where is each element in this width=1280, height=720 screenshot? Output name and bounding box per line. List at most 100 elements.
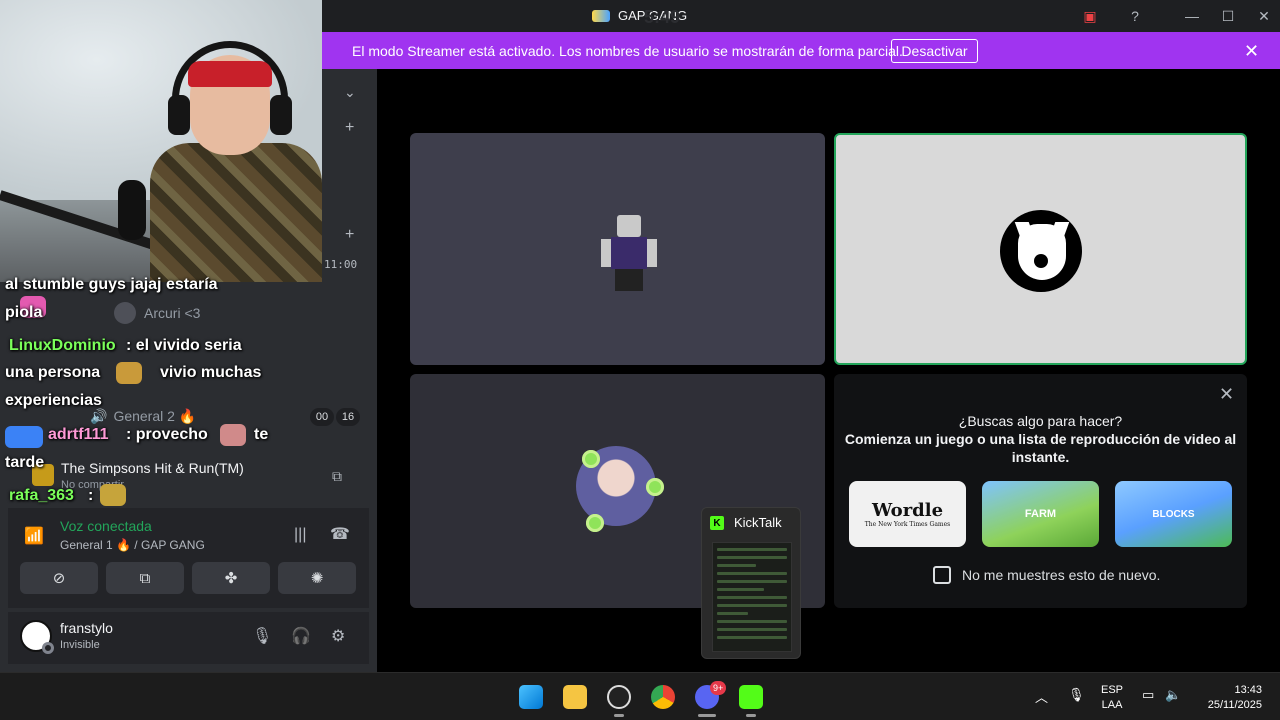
avatar: [114, 302, 136, 324]
voice-channel-general-2[interactable]: 🔊 General 2 🔥: [90, 408, 196, 425]
chat-username: LinuxDominio: [9, 337, 116, 354]
chat-line: piola: [5, 304, 43, 321]
chat-emote: [100, 484, 126, 506]
chat-emote: [116, 362, 142, 384]
chat-badge: [5, 426, 43, 448]
chat-line: al stumble guys jajaj estaría: [5, 276, 218, 293]
clock-date: 25/11/2025: [1207, 699, 1262, 711]
kick-icon: K: [710, 516, 724, 530]
chat-line: : el vivido seria: [126, 337, 242, 354]
participant-tile[interactable]: [410, 133, 825, 365]
headphones-icon[interactable]: 🎧: [291, 626, 311, 646]
voice-connection-panel: 📶 Voz conectada General 1 🔥 / GAP GANG |…: [8, 508, 369, 608]
activities-subtitle: Comienza un juego o una lista de reprodu…: [844, 431, 1237, 465]
game-card-farm[interactable]: FARM: [982, 481, 1099, 547]
plus-icon[interactable]: +: [345, 226, 354, 244]
hangup-icon[interactable]: ☎: [330, 524, 350, 544]
camera-off-button[interactable]: ⊘: [20, 562, 98, 594]
file-explorer-icon[interactable]: [563, 685, 587, 709]
screenshare-button[interactable]: ⧉: [106, 562, 184, 594]
language-code: ESP: [1101, 684, 1124, 696]
channel-timer-right: 16: [336, 408, 360, 426]
game-card-wordle[interactable]: Wordle The New York Times Games: [849, 481, 966, 547]
flower-decoration: [646, 478, 664, 496]
voice-user[interactable]: Arcuri <3: [114, 302, 200, 324]
windows-start-icon[interactable]: [519, 685, 543, 709]
flower-decoration: [586, 514, 604, 532]
activities-question: ¿Buscas algo para hacer?: [958, 413, 1123, 429]
close-icon[interactable]: ✕: [1244, 41, 1259, 62]
banner-message: El modo Streamer está activado. Los nomb…: [352, 43, 903, 59]
chevron-up-icon[interactable]: ︿: [1035, 687, 1048, 706]
chevron-down-icon[interactable]: ⌄: [344, 84, 356, 101]
chat-line: : provecho: [126, 426, 208, 443]
voice-channel[interactable]: General 1 🔥 / GAP GANG: [60, 538, 205, 552]
chat-line: te: [254, 426, 269, 443]
deactivate-button[interactable]: Desactivar: [891, 39, 978, 63]
plus-icon[interactable]: +: [345, 119, 354, 137]
kick-icon[interactable]: [739, 685, 763, 709]
chrome-icon[interactable]: [651, 685, 675, 709]
channel-name: General 2 🔥: [113, 408, 197, 424]
voice-status[interactable]: Voz conectada: [60, 518, 152, 534]
user-panel: franstylo Invisible 🎙 🎧 ⚙: [8, 612, 369, 664]
channel-timer-left: 00: [310, 408, 334, 426]
taskbar: 9+ ︿ 🎙 ESP LAA ▭ 🔈 13:43 25/11/2025: [0, 672, 1280, 720]
system-clock[interactable]: 13:43 25/11/2025: [1196, 683, 1262, 713]
gap-gang-icon: [592, 9, 610, 22]
chat-line: experiencias: [5, 392, 102, 409]
preview-title: KickTalk: [734, 515, 782, 530]
help-icon[interactable]: ?: [1124, 6, 1146, 26]
soundboard-icon: ✺: [310, 570, 324, 587]
microphone-icon[interactable]: 🎙: [1068, 687, 1085, 703]
language-indicator[interactable]: ESP LAA: [1101, 683, 1123, 713]
chat-line: vivio muchas: [160, 364, 262, 381]
timestamp: 11:00: [324, 258, 358, 271]
avatar: [1000, 210, 1082, 292]
minimize-icon[interactable]: —: [1181, 6, 1203, 26]
dont-show-checkbox[interactable]: [933, 566, 951, 584]
close-icon[interactable]: ✕: [1253, 6, 1275, 26]
status-indicator: [42, 642, 54, 654]
running-indicator: [614, 714, 624, 717]
taskbar-window-preview[interactable]: K KickTalk: [701, 507, 801, 659]
volume-icon[interactable]: 🔈: [1165, 687, 1181, 703]
soundboard-button[interactable]: ✺: [278, 562, 356, 594]
chat-username: rafa_363: [9, 487, 74, 504]
screenshare-icon: ⧉: [139, 569, 151, 587]
game-name: The Simpsons Hit & Run(TM): [61, 460, 244, 476]
maximize-icon[interactable]: ☐: [1217, 6, 1239, 26]
close-icon[interactable]: ✕: [1219, 384, 1234, 405]
window-titlebar: GAP GANG 5:49 ▣ ? — ☐ ✕: [322, 0, 1280, 32]
user-status: Invisible: [60, 639, 100, 651]
network-icon[interactable]: ▭: [1142, 687, 1154, 703]
title-ghost-text: 5:49: [644, 7, 681, 27]
game-card-blocks[interactable]: BLOCKS: [1115, 481, 1232, 547]
chat-line: :: [88, 487, 94, 504]
participant-tile-speaking[interactable]: [834, 133, 1247, 365]
signal-icon[interactable]: 📶: [24, 526, 44, 546]
inbox-icon[interactable]: ▣: [1079, 6, 1101, 26]
chat-emote: [220, 424, 246, 446]
activities-icon: ✤: [224, 570, 238, 587]
game-card-tag: The New York Times Games: [864, 521, 951, 528]
avatar: [601, 215, 657, 291]
dont-show-label[interactable]: No me muestres esto de nuevo.: [962, 567, 1160, 583]
webcam-overlay: [0, 0, 322, 282]
running-indicator: [698, 714, 716, 717]
soundboard-icon[interactable]: |||: [294, 526, 306, 544]
flower-decoration: [582, 450, 600, 468]
gear-icon[interactable]: ⚙: [331, 626, 345, 646]
window-title: GAP GANG 5:49: [592, 7, 687, 27]
voice-user-name: Arcuri <3: [144, 305, 201, 321]
mic-icon[interactable]: 🎙: [252, 626, 272, 646]
game-card-title: FARM: [1024, 508, 1057, 520]
running-indicator: [746, 714, 756, 717]
camera-off-icon: ⊘: [52, 570, 66, 587]
activities-button[interactable]: ✤: [192, 562, 270, 594]
screenshare-icon[interactable]: ⧉: [332, 468, 342, 485]
preview-thumbnail: [712, 542, 792, 652]
obs-icon[interactable]: [607, 685, 631, 709]
username[interactable]: franstylo: [60, 620, 113, 636]
speaker-icon: 🔊: [90, 408, 108, 424]
